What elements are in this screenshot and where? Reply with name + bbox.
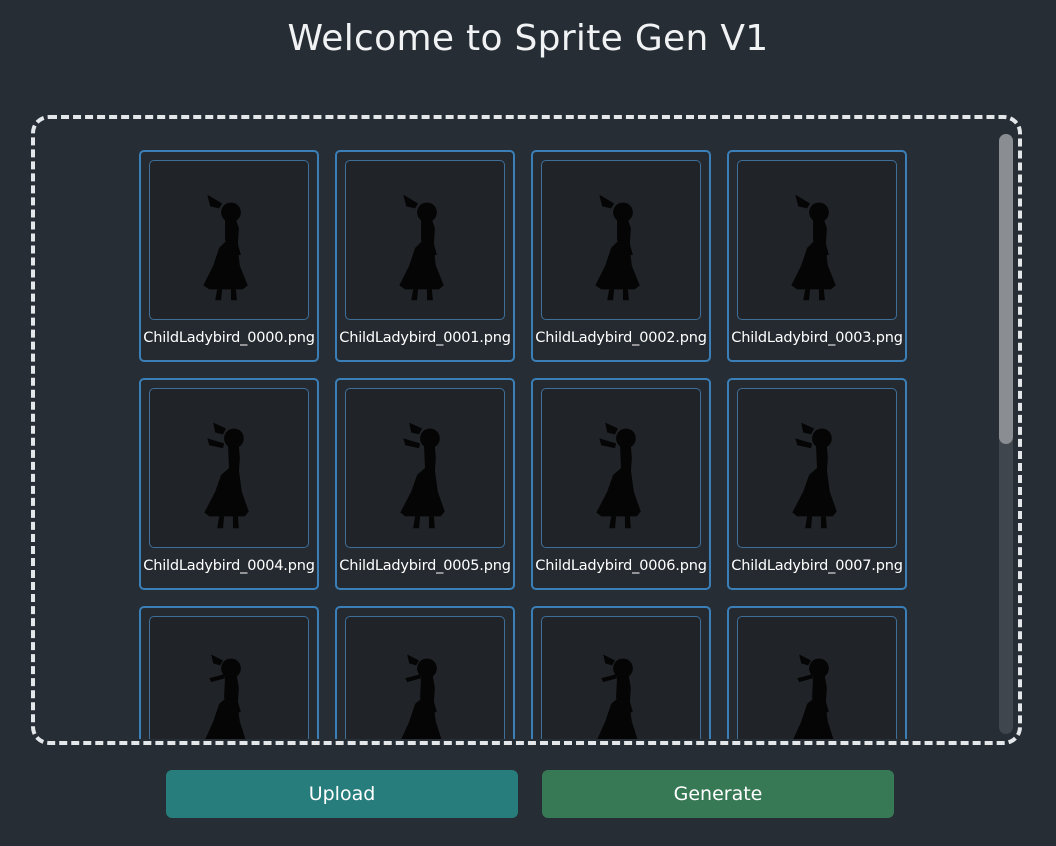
file-name: ChildLadybird_0007.png	[731, 558, 903, 574]
file-name: ChildLadybird_0000.png	[143, 330, 315, 346]
page-title: Welcome to Sprite Gen V1	[287, 18, 769, 59]
image-tile[interactable]: ChildLadybird_0006.png	[531, 378, 711, 590]
image-tile[interactable]: ChildLadybird_0002.png	[531, 150, 711, 362]
sprite-thumbnail	[541, 160, 701, 320]
scrollbar-track[interactable]	[999, 134, 1013, 734]
image-dropzone[interactable]: ChildLadybird_0000.png ChildLadybird_000…	[31, 115, 1022, 745]
image-tile[interactable]	[727, 606, 907, 739]
image-tile[interactable]: ChildLadybird_0007.png	[727, 378, 907, 590]
sprite-thumbnail	[737, 388, 897, 548]
image-tile[interactable]: ChildLadybird_0005.png	[335, 378, 515, 590]
file-name: ChildLadybird_0003.png	[731, 330, 903, 346]
sprite-thumbnail	[541, 616, 701, 739]
scrollbar-thumb[interactable]	[999, 134, 1013, 444]
image-grid: ChildLadybird_0000.png ChildLadybird_000…	[139, 150, 909, 739]
app-root: Welcome to Sprite Gen V1 ChildLadybird_0…	[0, 0, 1056, 846]
image-tile[interactable]: ChildLadybird_0004.png	[139, 378, 319, 590]
file-name: ChildLadybird_0006.png	[535, 558, 707, 574]
image-tile[interactable]	[531, 606, 711, 739]
sprite-thumbnail	[345, 616, 505, 739]
sprite-thumbnail	[149, 160, 309, 320]
sprite-thumbnail	[149, 388, 309, 548]
file-name: ChildLadybird_0001.png	[339, 330, 511, 346]
file-name: ChildLadybird_0002.png	[535, 330, 707, 346]
sprite-thumbnail	[737, 160, 897, 320]
image-tile[interactable]: ChildLadybird_0003.png	[727, 150, 907, 362]
sprite-thumbnail	[345, 388, 505, 548]
file-name: ChildLadybird_0004.png	[143, 558, 315, 574]
sprite-thumbnail	[149, 616, 309, 739]
image-tile[interactable]	[335, 606, 515, 739]
image-tile[interactable]: ChildLadybird_0000.png	[139, 150, 319, 362]
image-tile[interactable]	[139, 606, 319, 739]
sprite-thumbnail	[541, 388, 701, 548]
image-tile[interactable]: ChildLadybird_0001.png	[335, 150, 515, 362]
sprite-thumbnail	[345, 160, 505, 320]
file-name: ChildLadybird_0005.png	[339, 558, 511, 574]
sprite-thumbnail	[737, 616, 897, 739]
generate-button[interactable]: Generate	[542, 770, 894, 818]
upload-button[interactable]: Upload	[166, 770, 518, 818]
